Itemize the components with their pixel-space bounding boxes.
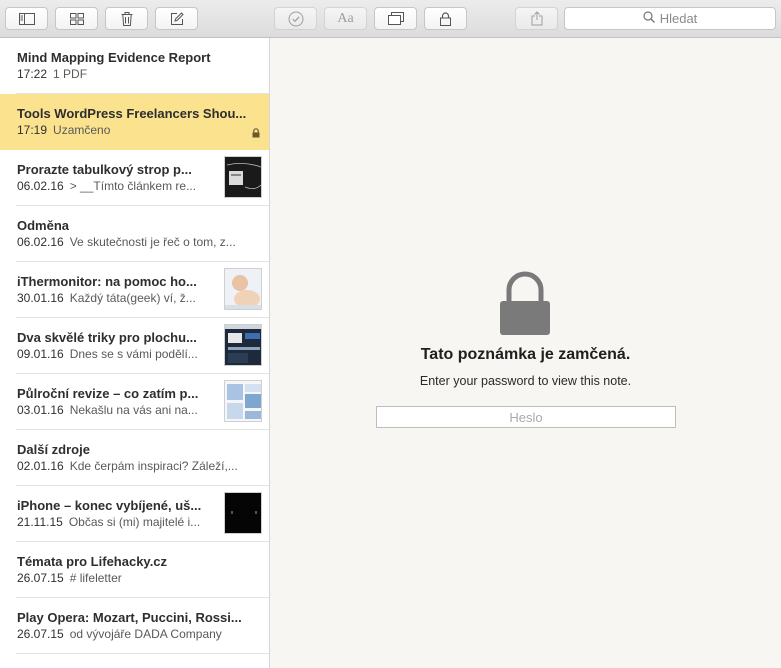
locked-note-subtitle: Enter your password to view this note. xyxy=(419,374,632,388)
note-meta: 26.07.15 # lifeletter xyxy=(17,571,122,585)
note-date: 06.02.16 xyxy=(17,179,64,193)
note-preview: Kde čerpám inspiraci? Záleží,... xyxy=(69,459,238,473)
note-preview: # lifeletter xyxy=(69,571,122,585)
note-preview: Dnes se s vámi podělí... xyxy=(69,347,198,361)
compose-icon xyxy=(170,11,184,26)
note-list-item[interactable]: Půlroční revize – co zatím p... 03.01.16 N… xyxy=(0,374,269,430)
search-icon xyxy=(643,11,655,26)
notes-list: Mind Mapping Evidence Report 17:22 1 PDF To… xyxy=(0,38,270,668)
note-date: 17:22 xyxy=(17,67,48,81)
note-meta: 30.01.16 Každý táta(geek) ví, ž... xyxy=(17,291,196,305)
note-meta: 21.11.15 Občas si (mi) majitelé i... xyxy=(17,515,200,529)
note-title: Play Opera: Mozart, Puccini, Rossi... xyxy=(17,610,242,625)
search-placeholder: Hledat xyxy=(659,11,698,26)
format-icon: Aa xyxy=(337,10,354,26)
note-title: iPhone – konec vybíjené, uš... xyxy=(17,498,202,513)
lock-button[interactable] xyxy=(424,7,467,30)
note-list-item[interactable]: Dva skvělé triky pro plochu... 09.01.16 Dn… xyxy=(0,318,269,374)
note-thumbnail xyxy=(224,492,262,534)
note-preview: Občas si (mi) majitelé i... xyxy=(68,515,201,529)
sidebar-toggle-button[interactable] xyxy=(5,7,48,30)
new-note-button[interactable] xyxy=(155,7,198,30)
note-meta: 06.02.16 Ve skutečnosti je řeč o tom, z..… xyxy=(17,235,236,249)
format-button[interactable]: Aa xyxy=(324,7,367,30)
delete-button[interactable] xyxy=(105,7,148,30)
note-preview: Nekašlu na vás ani na... xyxy=(69,403,198,417)
note-date: 03.01.16 xyxy=(17,403,64,417)
note-list-item[interactable]: Odměna 06.02.16 Ve skutečnosti je řeč o to… xyxy=(0,206,269,262)
note-title: iThermonitor: na pomoc ho... xyxy=(17,274,197,289)
share-button[interactable] xyxy=(515,7,558,30)
note-title: Další zdroje xyxy=(17,442,90,457)
note-thumbnail xyxy=(224,324,262,366)
note-thumbnail xyxy=(224,156,262,198)
note-thumbnail xyxy=(224,380,262,422)
checklist-button[interactable] xyxy=(274,7,317,30)
note-title: Témata pro Lifehacky.cz xyxy=(17,554,168,569)
note-thumbnail xyxy=(224,268,262,310)
note-preview: od vývojáře DADA Company xyxy=(69,627,222,641)
note-preview: > __Tímto článkem re... xyxy=(69,179,197,193)
note-title: Prorazte tabulkový strop p... xyxy=(17,162,192,177)
note-list-item[interactable]: iPhone – konec vybíjené, uš... 21.11.15 Ob… xyxy=(0,486,269,542)
note-date: 26.07.15 xyxy=(17,627,64,641)
note-preview: 1 PDF xyxy=(53,67,88,81)
locked-note-icon xyxy=(252,125,260,143)
row-separator xyxy=(16,653,269,654)
note-list-item[interactable]: Další zdroje 02.01.16 Kde čerpám inspiraci… xyxy=(0,430,269,486)
note-date: 06.02.16 xyxy=(17,235,64,249)
note-list-item[interactable]: Tools WordPress Freelancers Shou... 17:19… xyxy=(0,94,269,150)
note-preview: Ve skutečnosti je řeč o tom, z... xyxy=(69,235,236,249)
note-title: Tools WordPress Freelancers Shou... xyxy=(17,106,247,121)
note-meta: 03.01.16 Nekašlu na vás ani na... xyxy=(17,403,198,417)
note-date: 30.01.16 xyxy=(17,291,64,305)
sidebar-toggle-icon xyxy=(18,12,35,25)
note-content-pane: Tato poznámka je zamčená. Enter your pas… xyxy=(270,38,781,668)
note-meta: 02.01.16 Kde čerpám inspiraci? Záleží,... xyxy=(17,459,238,473)
share-icon xyxy=(531,11,543,26)
gallery-icon xyxy=(69,12,84,25)
note-title: Mind Mapping Evidence Report xyxy=(17,50,211,65)
note-list-item[interactable]: Mind Mapping Evidence Report 17:22 1 PDF xyxy=(0,38,269,94)
attachments-button[interactable] xyxy=(374,7,417,30)
note-list-item[interactable]: Prorazte tabulkový strop p... 06.02.16 > _… xyxy=(0,150,269,206)
note-list-item[interactable]: Témata pro Lifehacky.cz 26.07.15 # lifelet… xyxy=(0,542,269,598)
note-meta: 06.02.16 > __Tímto článkem re... xyxy=(17,179,196,193)
password-field[interactable] xyxy=(376,406,676,428)
note-meta: 17:22 1 PDF xyxy=(17,67,87,81)
note-preview: Uzamčeno xyxy=(53,123,111,137)
note-meta: 09.01.16 Dnes se s vámi podělí... xyxy=(17,347,198,361)
note-date: 09.01.16 xyxy=(17,347,64,361)
note-title: Dva skvělé triky pro plochu... xyxy=(17,330,197,345)
note-list-item[interactable]: Play Opera: Mozart, Puccini, Rossi... 26.… xyxy=(0,598,269,654)
note-meta: 26.07.15 od vývojáře DADA Company xyxy=(17,627,222,641)
lock-icon xyxy=(440,11,451,26)
note-meta: 17:19 Uzamčeno xyxy=(17,123,110,137)
note-date: 17:19 xyxy=(17,123,48,137)
large-lock-icon xyxy=(499,270,551,341)
note-title: Odměna xyxy=(17,218,70,233)
toolbar: Aa Hledat xyxy=(0,0,781,38)
locked-note-title: Tato poznámka je zamčená. xyxy=(420,346,631,363)
checklist-icon xyxy=(288,11,304,27)
attachments-icon xyxy=(387,12,404,25)
note-list-item[interactable]: iThermonitor: na pomoc ho... 30.01.16 Každ… xyxy=(0,262,269,318)
note-date: 26.07.15 xyxy=(17,571,64,585)
note-date: 02.01.16 xyxy=(17,459,64,473)
note-title: Půlroční revize – co zatím p... xyxy=(17,386,199,401)
search-field[interactable]: Hledat xyxy=(564,7,776,30)
trash-icon xyxy=(121,11,133,26)
note-preview: Každý táta(geek) ví, ž... xyxy=(69,291,196,305)
gallery-button[interactable] xyxy=(55,7,98,30)
note-date: 21.11.15 xyxy=(17,515,63,529)
